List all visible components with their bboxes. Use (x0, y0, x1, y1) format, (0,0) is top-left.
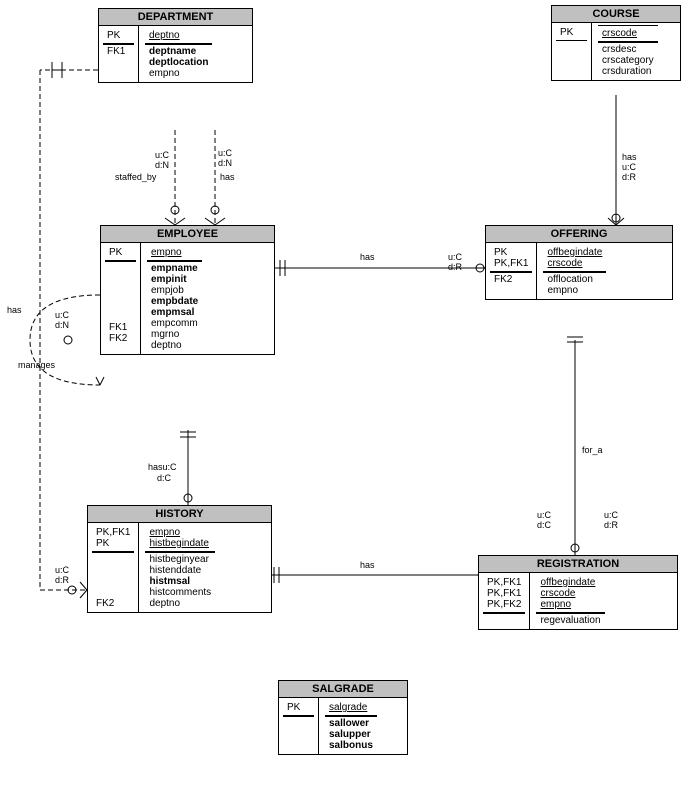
dept-pk-label: PK (103, 28, 134, 44)
staffed-by-label: staffed_by (115, 172, 156, 182)
salgrade-title: SALGRADE (279, 681, 407, 698)
course-fk-empty (556, 41, 587, 54)
emp-fk-labels: FK1FK2 (105, 261, 136, 345)
employee-title: EMPLOYEE (101, 226, 274, 243)
sal-attrs: sallower salupper salbonus (325, 716, 377, 752)
course-attrs: crsdesccrscategorycrsduration (598, 42, 658, 78)
uc-dr-hist-label: u:Cd:R (55, 565, 69, 585)
has-emp-off-label: has (360, 252, 375, 262)
sal-fk-empty (283, 716, 314, 730)
has-hist-label: has (360, 560, 375, 570)
hist-attrs: histbeginyear histenddate histmsal histc… (145, 552, 215, 610)
off-fk2-label: FK2 (490, 272, 532, 286)
registration-title: REGISTRATION (479, 556, 677, 573)
reg-fk-empty (483, 613, 525, 627)
has-course-label: has (622, 152, 637, 162)
has-dept-label: has (220, 172, 235, 182)
emp-attrs: empname empinit empjob empbdate empmsal … (147, 261, 202, 352)
dept-pk-attr: deptno (145, 28, 212, 44)
department-title: DEPARTMENT (99, 9, 252, 26)
hist-fk2-label: FK2 (92, 552, 134, 610)
hasu-c-label: hasu:C (148, 462, 177, 472)
course-title: COURSE (552, 6, 680, 23)
course-pk-label: PK (556, 25, 587, 41)
hist-pk-labels: PK,FK1PK (92, 525, 134, 552)
off-attrs: offlocationempno (543, 272, 606, 297)
sal-pk-attr: salgrade (325, 700, 377, 716)
reg-attrs: regevaluation (536, 613, 604, 627)
offering-title: OFFERING (486, 226, 672, 243)
emp-pk-attr: empno (147, 245, 202, 261)
has-left-label: has (7, 305, 22, 315)
uc-dn-left-label: u:Cd:N (55, 310, 69, 330)
sal-pk-label: PK (283, 700, 314, 716)
employee-entity: EMPLOYEE PK FK1FK2 empno empname empinit… (100, 225, 275, 355)
uc-dr-off-label: u:Cd:R (448, 252, 462, 272)
d-c-label: d:C (157, 473, 171, 483)
uc-dc-reg-label: u:Cd:C (537, 510, 551, 530)
for-a-label: for_a (582, 445, 603, 455)
uc-c-dept-label: u:Cd:N (218, 148, 232, 168)
reg-pk-attrs: offbegindate crscode empno (536, 575, 604, 613)
dept-fk1-label: FK1 (103, 44, 134, 58)
salgrade-entity: SALGRADE PK salgrade sallower salupper s… (278, 680, 408, 755)
dept-attrs: deptnamedeptlocationempno (145, 44, 212, 80)
reg-pk-labels: PK,FK1PK,FK1PK,FK2 (483, 575, 525, 613)
uc-dr-reg-label: u:Cd:R (604, 510, 618, 530)
off-pk-attrs: offbegindatecrscode (543, 245, 606, 272)
manages-label: manages (18, 360, 55, 370)
history-title: HISTORY (88, 506, 271, 523)
emp-pk-label: PK (105, 245, 136, 261)
off-pk-label: PKPK,FK1 (490, 245, 532, 272)
history-entity: HISTORY PK,FK1PK FK2 empnohistbegindate … (87, 505, 272, 613)
department-entity: DEPARTMENT PK FK1 deptno deptnamedeptloc… (98, 8, 253, 83)
offering-entity: OFFERING PKPK,FK1 FK2 offbegindatecrscod… (485, 225, 673, 300)
uc-dr-course-label: u:Cd:R (622, 162, 636, 182)
course-pk-attr: crscode (598, 25, 658, 42)
registration-entity: REGISTRATION PK,FK1PK,FK1PK,FK2 offbegin… (478, 555, 678, 630)
hist-pk-attrs: empnohistbegindate (145, 525, 215, 552)
course-entity: COURSE PK crscode crsdesccrscategorycrsd… (551, 5, 681, 81)
er-diagram: staffed_by has u:Cd:N u:Cd:N has u:Cd:R … (0, 0, 690, 803)
uc-dn-dept-label: u:Cd:N (155, 150, 169, 170)
